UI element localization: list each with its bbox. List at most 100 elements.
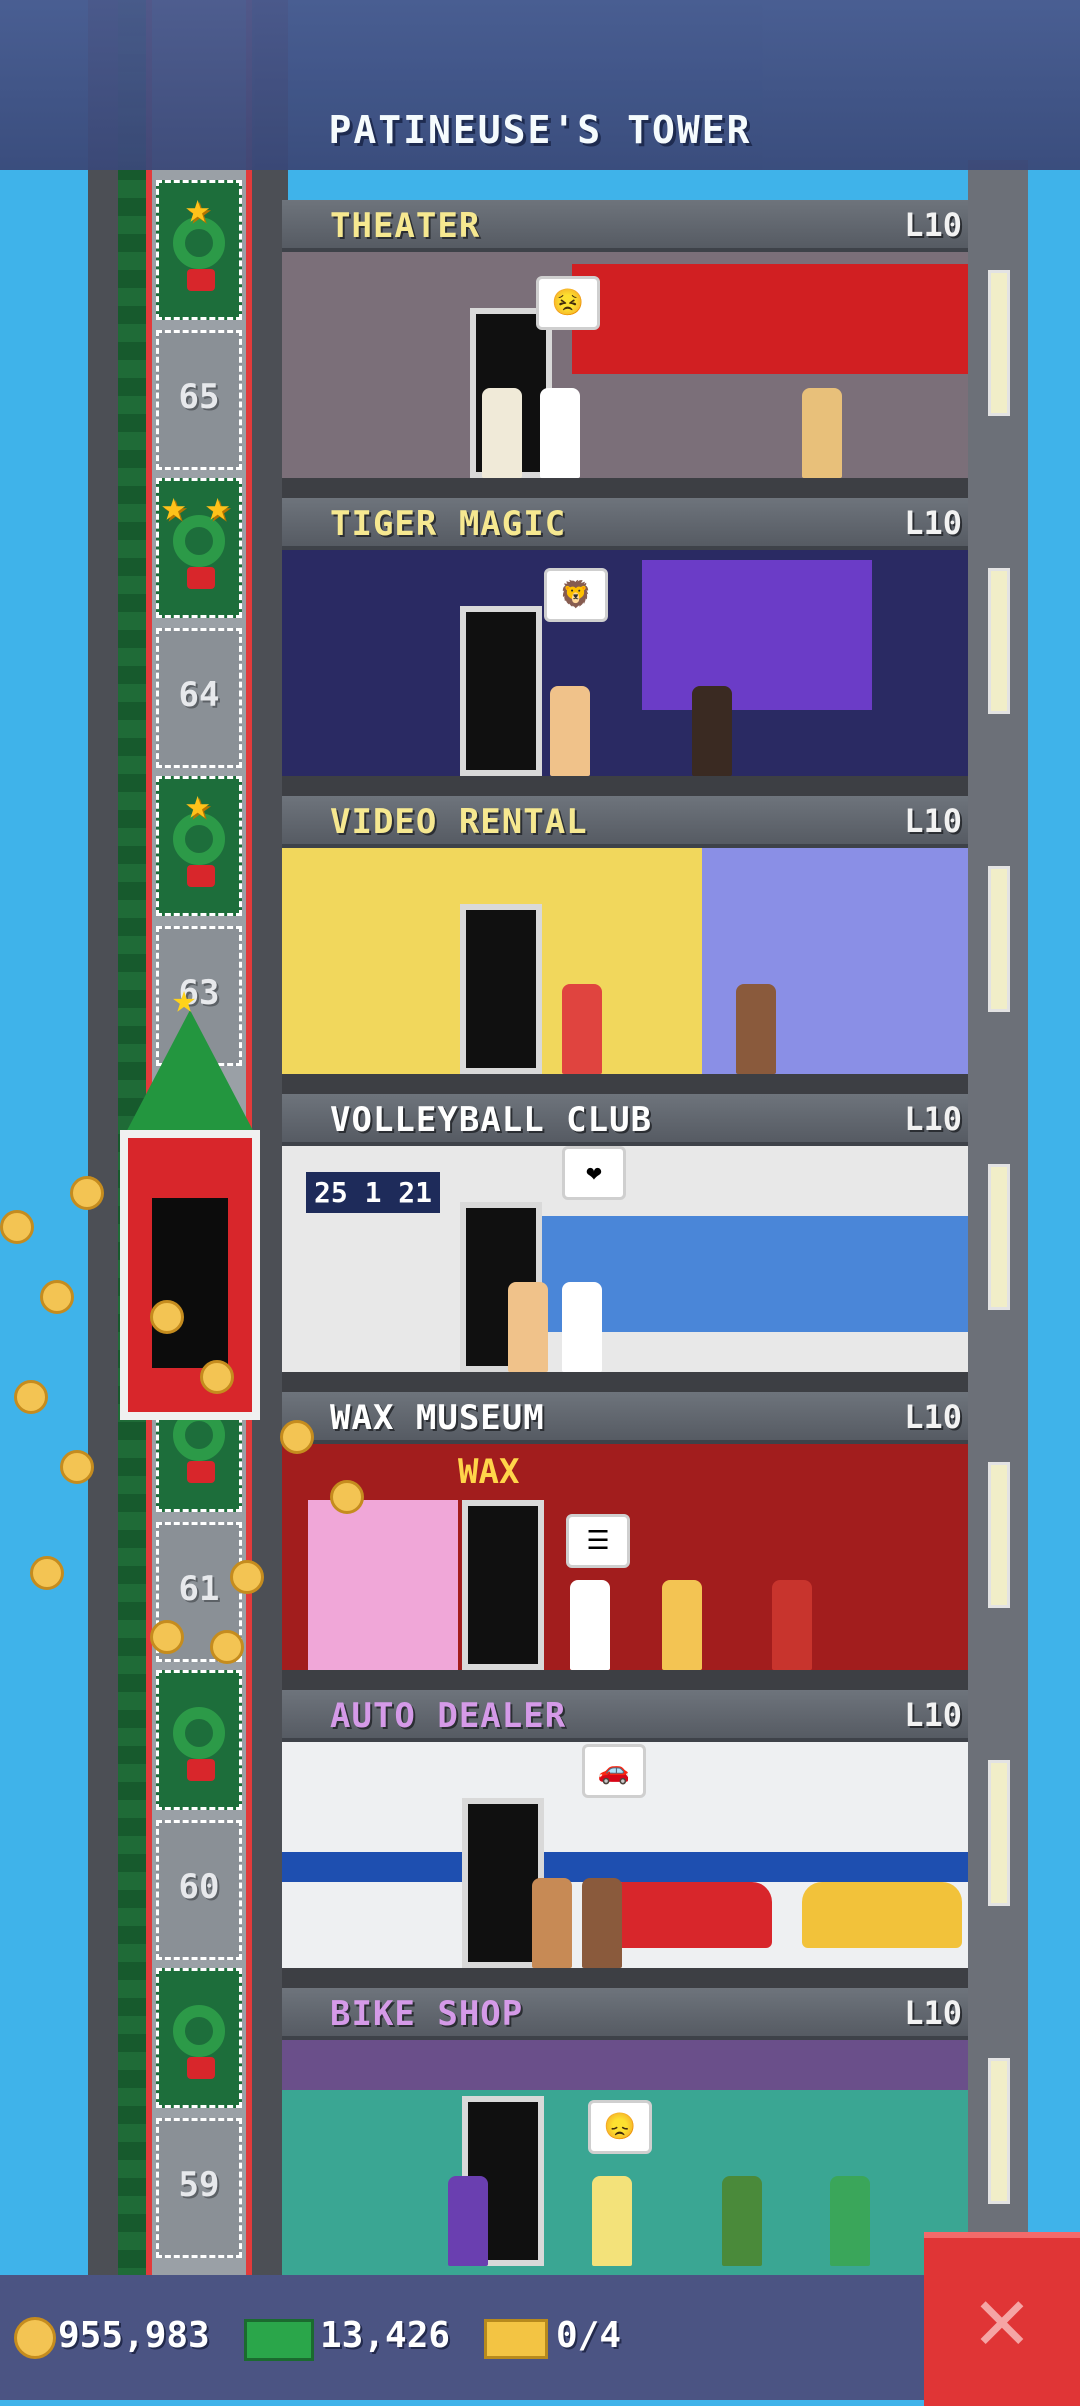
floor-name: VIDEO RENTAL (330, 802, 588, 842)
coin-particle (14, 1380, 48, 1414)
floor-number: 60 (178, 1867, 220, 1907)
speech-bubble[interactable]: ☰ (566, 1514, 630, 1568)
door (460, 904, 542, 1074)
elevator-door (152, 1198, 228, 1368)
floor-volleyball-club[interactable]: VOLLEYBALL CLUB L10 25 1 21 ❤ (282, 1094, 968, 1392)
floor-header: BIKE SHOP L10 (282, 1988, 968, 2040)
floor-auto-dealer[interactable]: AUTO DEALER L10 🚗 (282, 1690, 968, 1988)
tower-window (988, 1760, 1010, 1906)
wreath-icon (173, 2005, 225, 2057)
floor-number: 61 (178, 1569, 220, 1609)
speech-bubble[interactable]: 😣 (536, 276, 600, 330)
bow-icon (187, 1461, 215, 1483)
person[interactable] (562, 984, 602, 1074)
floor-header: WAX MUSEUM L10 (282, 1392, 968, 1444)
person[interactable] (772, 1580, 812, 1670)
floor-wax-museum[interactable]: WAX MUSEUM L10 WAX ☰ (282, 1392, 968, 1690)
floor-level: L10 (904, 1696, 962, 1734)
floor-header: VOLLEYBALL CLUB L10 (282, 1094, 968, 1146)
floor-number: 59 (178, 2165, 220, 2205)
shaft-cell: ★ ★ 64 (152, 478, 246, 776)
magician-person[interactable] (692, 686, 732, 776)
coin-particle (150, 1300, 184, 1334)
floor-strip (282, 1968, 968, 1988)
floor-name: THEATER (330, 206, 481, 246)
magic-stage (642, 560, 872, 710)
snowman-person[interactable] (570, 1580, 610, 1670)
bow-icon (187, 567, 215, 589)
snowman-person[interactable] (540, 388, 580, 478)
person[interactable] (592, 2176, 632, 2266)
floor-header: VIDEO RENTAL L10 (282, 796, 968, 848)
floor-theater[interactable]: THEATER L10 😣 (282, 200, 968, 498)
floor-tiger-magic[interactable]: TIGER MAGIC L10 🦁 (282, 498, 968, 796)
floor-level: L10 (904, 1100, 962, 1138)
yellow-car[interactable] (802, 1882, 962, 1948)
floor-number: 65 (178, 377, 220, 417)
room-interior: 😣 (282, 252, 968, 498)
person[interactable] (736, 984, 776, 1074)
wreath-panel: ★ ★ (156, 478, 242, 618)
bow-icon (187, 2057, 215, 2079)
coin-particle (230, 1560, 264, 1594)
bottom-resource-bar: 955,983 13,426 0/4 (0, 2275, 1080, 2400)
person[interactable] (550, 686, 590, 776)
coin-particle (70, 1176, 104, 1210)
floor-bike-shop[interactable]: BIKE SHOP L10 😞 (282, 1988, 968, 2286)
star-icon: ★ (185, 779, 211, 828)
person[interactable] (482, 388, 522, 478)
tower-window (988, 2058, 1010, 2204)
wreath-panel: ★ (156, 180, 242, 320)
person[interactable] (582, 1878, 622, 1968)
coin-icon (14, 2317, 56, 2359)
floor-number-cell: 65 (156, 330, 242, 470)
snowman-person[interactable] (562, 1282, 602, 1372)
tickets-stat[interactable]: 0/4 (484, 2309, 684, 2365)
wreath-panel: ★ (156, 776, 242, 916)
person[interactable] (448, 2176, 488, 2266)
speech-bubble[interactable]: 😞 (588, 2100, 652, 2154)
person[interactable] (662, 1580, 702, 1670)
floor-name: TIGER MAGIC (330, 504, 567, 544)
floor-name: AUTO DEALER (330, 1696, 567, 1736)
star-icon: ★ (185, 183, 211, 232)
person[interactable] (830, 2176, 870, 2266)
door (460, 606, 542, 776)
floor-level: L10 (904, 802, 962, 840)
speech-bubble[interactable]: 🚗 (582, 1744, 646, 1798)
wreath-icon (173, 1707, 225, 1759)
speech-bubble[interactable]: ❤ (562, 1146, 626, 1200)
person[interactable] (532, 1878, 572, 1968)
ticket-icon (484, 2319, 548, 2359)
close-button[interactable]: ✕ (924, 2232, 1080, 2406)
tower-frame (968, 160, 1028, 2275)
coin-particle (30, 1556, 64, 1590)
elevator-car[interactable] (120, 1130, 260, 1420)
wreath-panel (156, 1670, 242, 1810)
bow-icon (187, 1759, 215, 1781)
red-car[interactable] (602, 1882, 772, 1948)
person[interactable] (508, 1282, 548, 1372)
room-interior: 🦁 (282, 550, 968, 796)
shaft-cell: 60 (152, 1670, 246, 1968)
room-interior: 😞 (282, 2040, 968, 2286)
coin-particle (330, 1480, 364, 1514)
wax-sign: WAX (458, 1452, 520, 1492)
tower-window (988, 568, 1010, 714)
bux-stat[interactable]: 13,426 (244, 2309, 484, 2365)
coins-value: 955,983 (58, 2315, 210, 2356)
floor-level: L10 (904, 1398, 962, 1436)
speech-bubble[interactable]: 🦁 (544, 568, 608, 622)
person[interactable] (722, 2176, 762, 2266)
scoreboard: 25 1 21 (306, 1172, 441, 1213)
top-header: PATINEUSE'S TOWER (0, 0, 1080, 170)
floor-level: L10 (904, 206, 962, 244)
bow-icon (187, 269, 215, 291)
coin-particle (40, 1280, 74, 1314)
coins-stat[interactable]: 955,983 (14, 2309, 254, 2365)
person[interactable] (802, 388, 842, 478)
floor-strip (282, 478, 968, 498)
coin-particle (210, 1630, 244, 1664)
floor-video-rental[interactable]: VIDEO RENTAL L10 (282, 796, 968, 1094)
coin-particle (60, 1450, 94, 1484)
